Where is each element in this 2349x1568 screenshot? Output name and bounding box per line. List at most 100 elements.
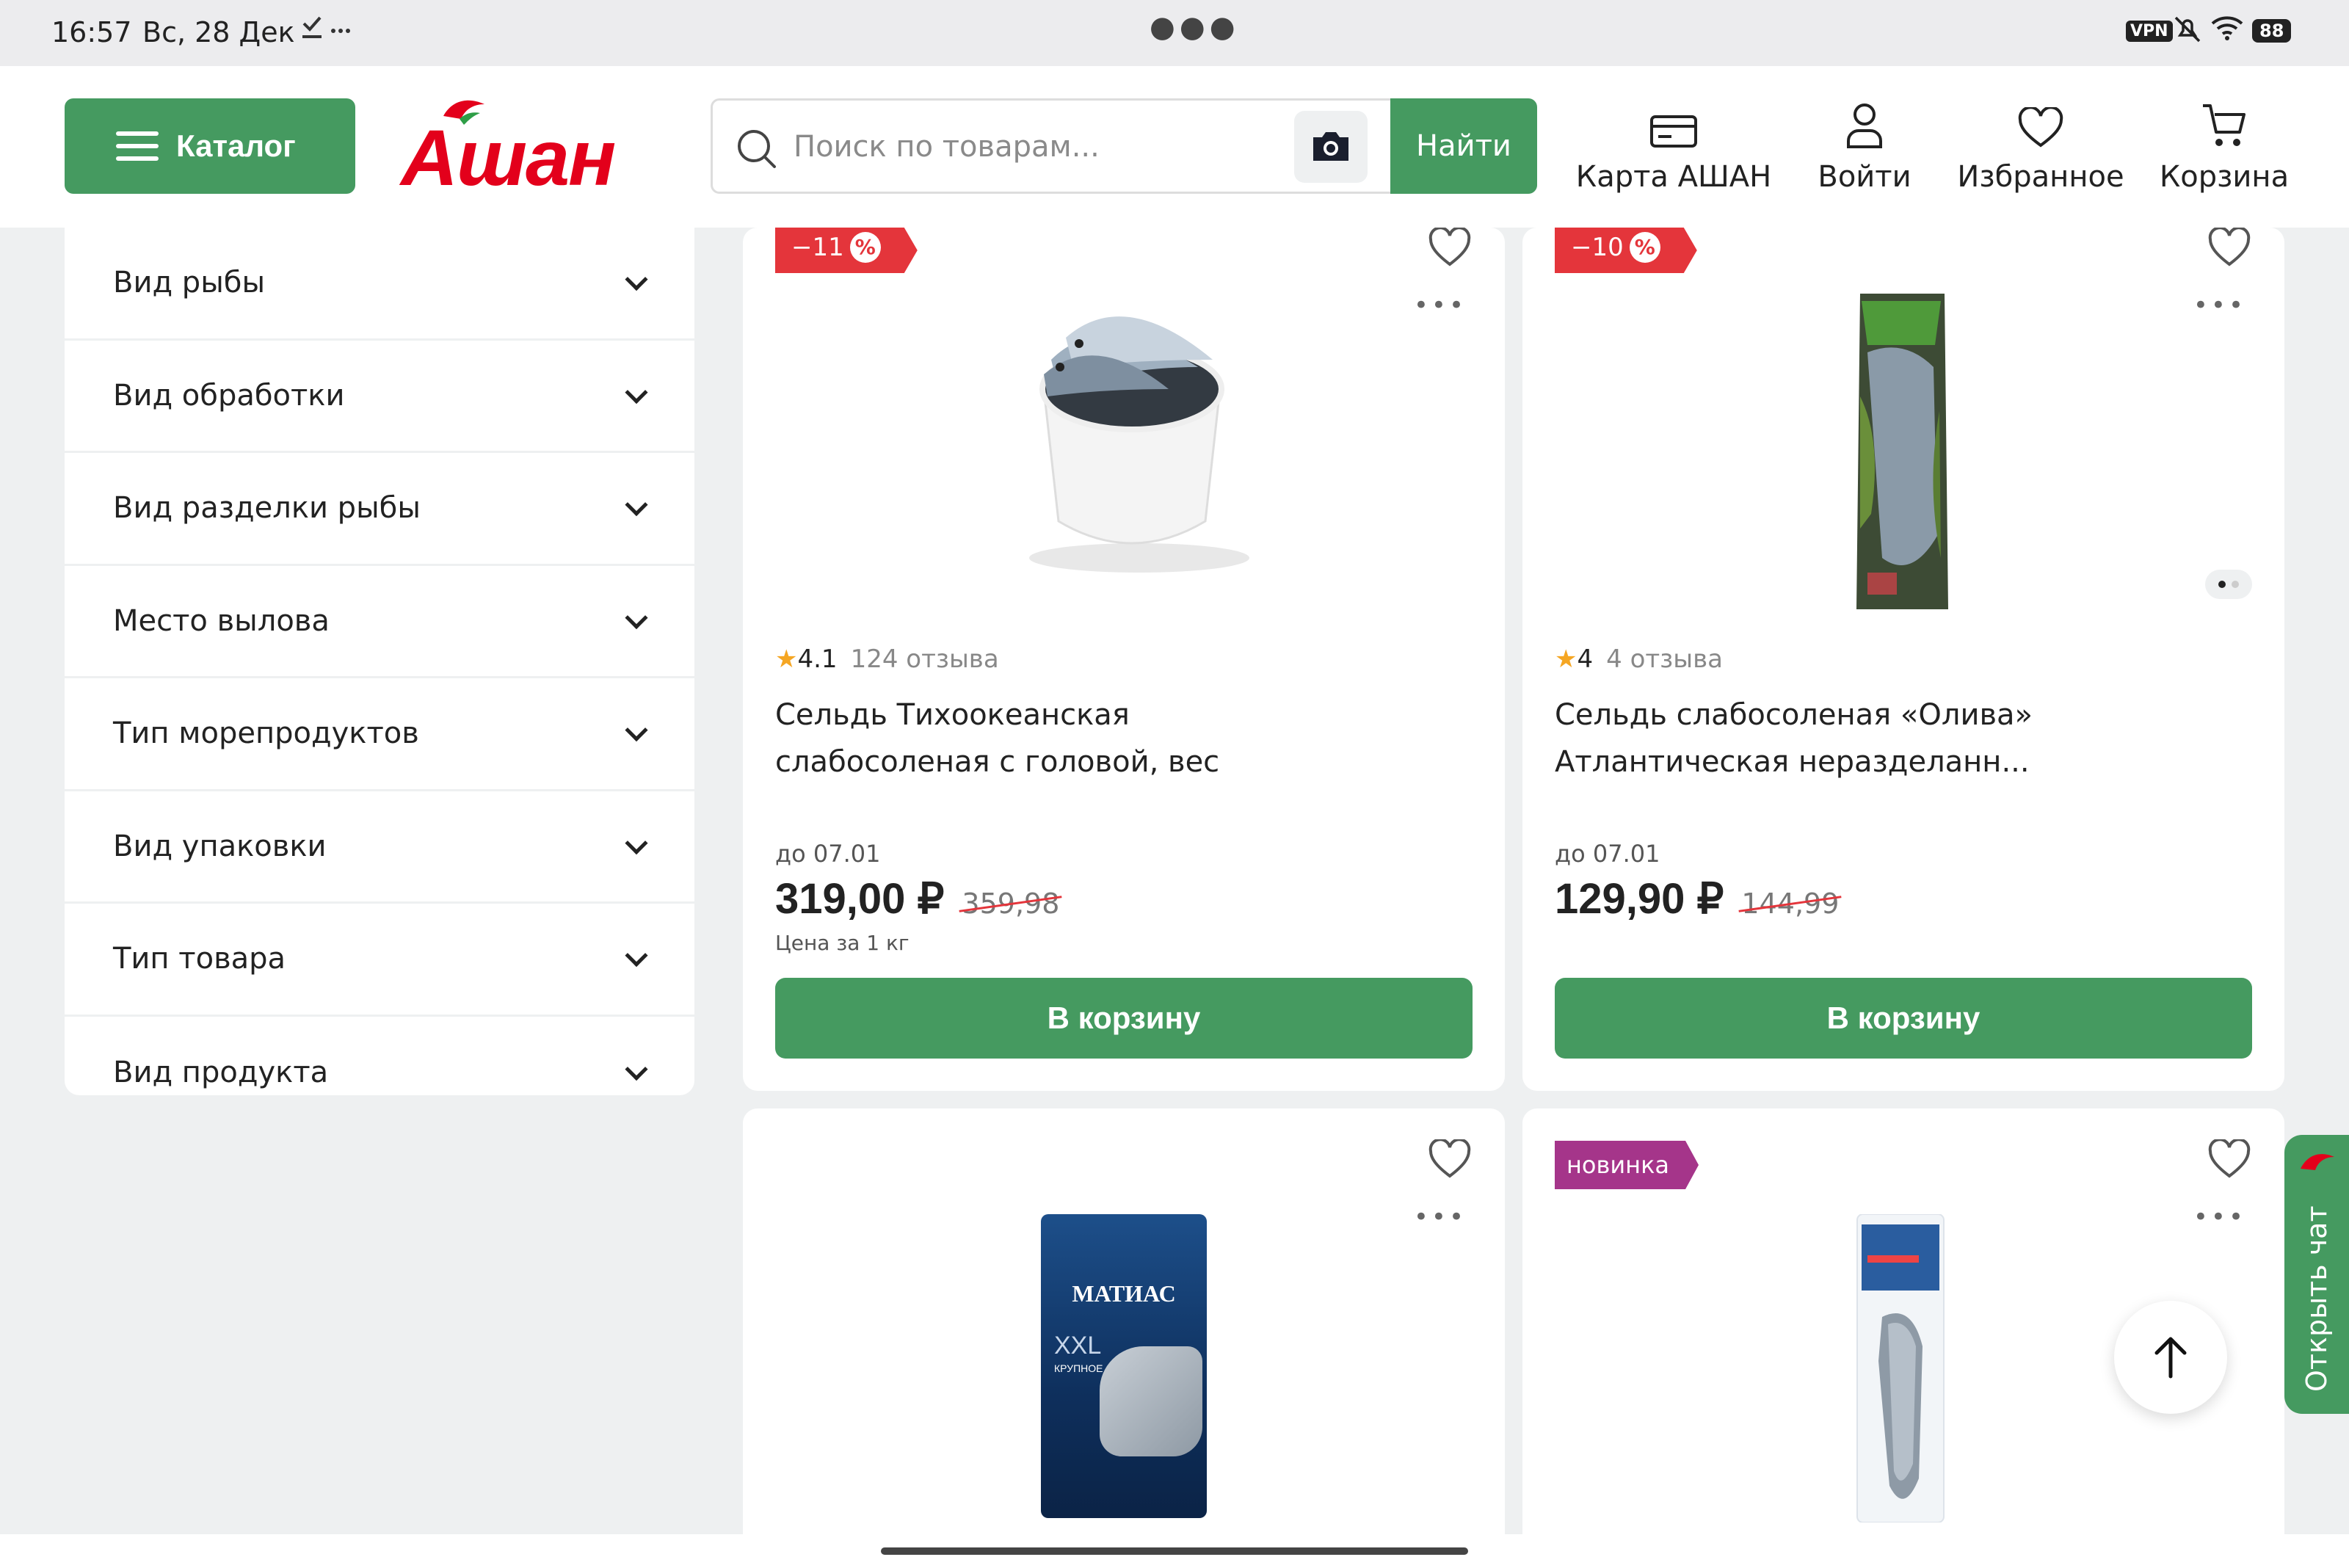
more-options-icon[interactable]: ••• bbox=[1414, 291, 1467, 320]
percent-icon: % bbox=[850, 232, 881, 263]
logo-text: Ашан bbox=[401, 113, 616, 202]
discount-value: −11 bbox=[791, 233, 844, 262]
filter-goods-type[interactable]: Тип товара bbox=[65, 904, 694, 1017]
favorite-heart-icon[interactable] bbox=[1428, 1139, 1471, 1179]
status-date: Вс, 28 Дек bbox=[142, 16, 295, 48]
menu-icon bbox=[116, 131, 159, 161]
scroll-to-top-button[interactable] bbox=[2114, 1301, 2227, 1414]
product-name-line: Сельдь Тихоокеанская bbox=[775, 698, 1130, 732]
chevron-down-icon bbox=[625, 493, 648, 517]
heart-icon bbox=[2018, 107, 2063, 148]
filter-product-type[interactable]: Вид продукта bbox=[65, 1017, 694, 1130]
nav-favorites[interactable]: Избранное bbox=[1953, 95, 2129, 194]
multitask-handle-icon[interactable]: ●●● bbox=[1150, 10, 1240, 44]
chevron-down-icon bbox=[625, 1058, 648, 1081]
filter-catch-area[interactable]: Место вылова bbox=[65, 566, 694, 678]
open-chat-tab[interactable]: Открыть чат bbox=[2284, 1135, 2349, 1414]
old-price: 359,98 bbox=[962, 888, 1060, 920]
product-name-line: Атлантическая неразделанн... bbox=[1555, 745, 2030, 779]
old-price: 144,99 bbox=[1741, 888, 1840, 920]
filter-label: Вид упаковки bbox=[113, 829, 327, 863]
filter-sidebar: Вид рыбы Вид обработки Вид разделки рыбы… bbox=[65, 228, 694, 1095]
filter-label: Вид рыбы bbox=[113, 266, 266, 300]
star-icon: ★ bbox=[775, 645, 798, 674]
product-name-line: слабосоленая с головой, вес bbox=[775, 745, 1220, 779]
image-carousel-dots[interactable] bbox=[2205, 570, 2252, 599]
current-price: 129,90 ₽ bbox=[1555, 875, 1724, 923]
product-rating: ★4 4 отзыва bbox=[1555, 645, 1723, 674]
filter-label: Вид продукта bbox=[113, 1056, 329, 1090]
battery-indicator: 88 bbox=[2252, 19, 2292, 43]
product-card[interactable]: −11% ••• ★4.1 124 отзыва Сельдь Тихоокеан… bbox=[743, 228, 1505, 1091]
more-options-icon[interactable]: ••• bbox=[2193, 1202, 2246, 1232]
filter-label: Место вылова bbox=[113, 603, 330, 638]
favorite-heart-icon[interactable] bbox=[2208, 1139, 2251, 1179]
user-icon bbox=[1847, 104, 1882, 148]
add-to-cart-button[interactable]: В корзину bbox=[1555, 978, 2252, 1059]
nav-label: Войти bbox=[1818, 160, 1911, 194]
product-card[interactable]: −10% ••• ★4 4 отзыва Сельдь слабосоленая … bbox=[1522, 228, 2284, 1091]
product-rating: ★4.1 124 отзыва bbox=[775, 645, 999, 674]
filter-cut-type[interactable]: Вид разделки рыбы bbox=[65, 453, 694, 566]
favorite-heart-icon[interactable] bbox=[1428, 228, 1471, 267]
find-button[interactable]: Найти bbox=[1390, 98, 1537, 194]
filter-processing-type[interactable]: Вид обработки bbox=[65, 341, 694, 453]
status-bar: 16:57 Вс, 28 Дек ●●● VPN 88 bbox=[0, 0, 2349, 66]
nav-label: Избранное bbox=[1957, 160, 2124, 194]
product-image-herring-vacuum[interactable] bbox=[1853, 1214, 1948, 1522]
catalog-label: Каталог bbox=[176, 128, 296, 163]
reviews-count[interactable]: 124 отзыва bbox=[851, 645, 999, 674]
product-name[interactable]: Сельдь Тихоокеанская слабосоленая с голов… bbox=[775, 692, 1451, 785]
product-image-matias-pack[interactable]: МАТИАС XXL КРУПНОЕ bbox=[1041, 1214, 1207, 1518]
product-card[interactable]: ••• МАТИАС XXL КРУПНОЕ bbox=[743, 1108, 1505, 1568]
catalog-button[interactable]: Каталог bbox=[65, 98, 355, 194]
product-image-herring-bucket[interactable] bbox=[978, 279, 1286, 587]
favorite-heart-icon[interactable] bbox=[2208, 228, 2251, 267]
more-options-icon[interactable]: ••• bbox=[1414, 1202, 1467, 1232]
filter-package-type[interactable]: Вид упаковки bbox=[65, 791, 694, 904]
pack-size: XXL bbox=[1054, 1332, 1102, 1360]
search-input[interactable] bbox=[794, 121, 1249, 173]
unit-price-label: Цена за 1 кг bbox=[775, 931, 910, 955]
chevron-down-icon bbox=[625, 268, 648, 291]
filter-label: Вид разделки рыбы bbox=[113, 491, 421, 526]
more-options-icon[interactable]: ••• bbox=[2193, 291, 2246, 320]
filter-seafood-type[interactable]: Тип морепродуктов bbox=[65, 678, 694, 791]
arrow-up-icon bbox=[2154, 1337, 2187, 1379]
vpn-badge: VPN bbox=[2126, 21, 2173, 42]
camera-search-button[interactable] bbox=[1294, 111, 1368, 183]
nav-login[interactable]: Войти bbox=[1806, 95, 1923, 194]
home-indicator[interactable] bbox=[881, 1547, 1468, 1555]
filter-fish-type[interactable]: Вид рыбы bbox=[65, 228, 694, 341]
nav-auchan-card[interactable]: Карта АШАН bbox=[1571, 95, 1776, 194]
cart-icon bbox=[2203, 104, 2245, 146]
nav-label: Корзина bbox=[2159, 160, 2290, 194]
new-badge: новинка bbox=[1555, 1141, 1699, 1189]
card-icon bbox=[1650, 115, 1697, 148]
product-name-line: Сельдь слабосоленая «Олива» bbox=[1555, 698, 2033, 732]
wifi-icon bbox=[2210, 13, 2245, 49]
auchan-logo[interactable]: Ашан bbox=[401, 98, 665, 202]
pack-subtitle: КРУПНОЕ bbox=[1054, 1362, 1103, 1374]
filter-label: Тип товара bbox=[113, 942, 286, 976]
rating-value: 4.1 bbox=[797, 645, 838, 674]
product-price: 129,90 ₽ 144,99 bbox=[1555, 874, 1839, 923]
pack-brand: МАТИАС bbox=[1072, 1280, 1176, 1307]
rating-value: 4 bbox=[1577, 645, 1594, 674]
add-to-cart-button[interactable]: В корзину bbox=[775, 978, 1473, 1059]
nav-cart[interactable]: Корзина bbox=[2158, 95, 2290, 194]
product-name[interactable]: Сельдь слабосоленая «Олива» Атлантическая… bbox=[1555, 692, 2230, 785]
status-time: 16:57 bbox=[51, 16, 132, 48]
bird-logo-icon bbox=[2301, 1154, 2334, 1170]
mute-icon bbox=[2173, 15, 2202, 51]
chevron-down-icon bbox=[625, 380, 648, 404]
reviews-count[interactable]: 4 отзыва bbox=[1606, 645, 1723, 674]
product-image-herring-pack[interactable] bbox=[1853, 294, 1956, 609]
discount-badge: −11% bbox=[775, 228, 918, 273]
product-price: 319,00 ₽ 359,98 bbox=[775, 874, 1059, 923]
chevron-down-icon bbox=[625, 831, 648, 854]
download-done-icon bbox=[302, 16, 350, 38]
camera-icon bbox=[1313, 132, 1348, 161]
promo-until: до 07.01 bbox=[775, 840, 881, 868]
open-chat-label: Открыть чат bbox=[2301, 1205, 2333, 1392]
